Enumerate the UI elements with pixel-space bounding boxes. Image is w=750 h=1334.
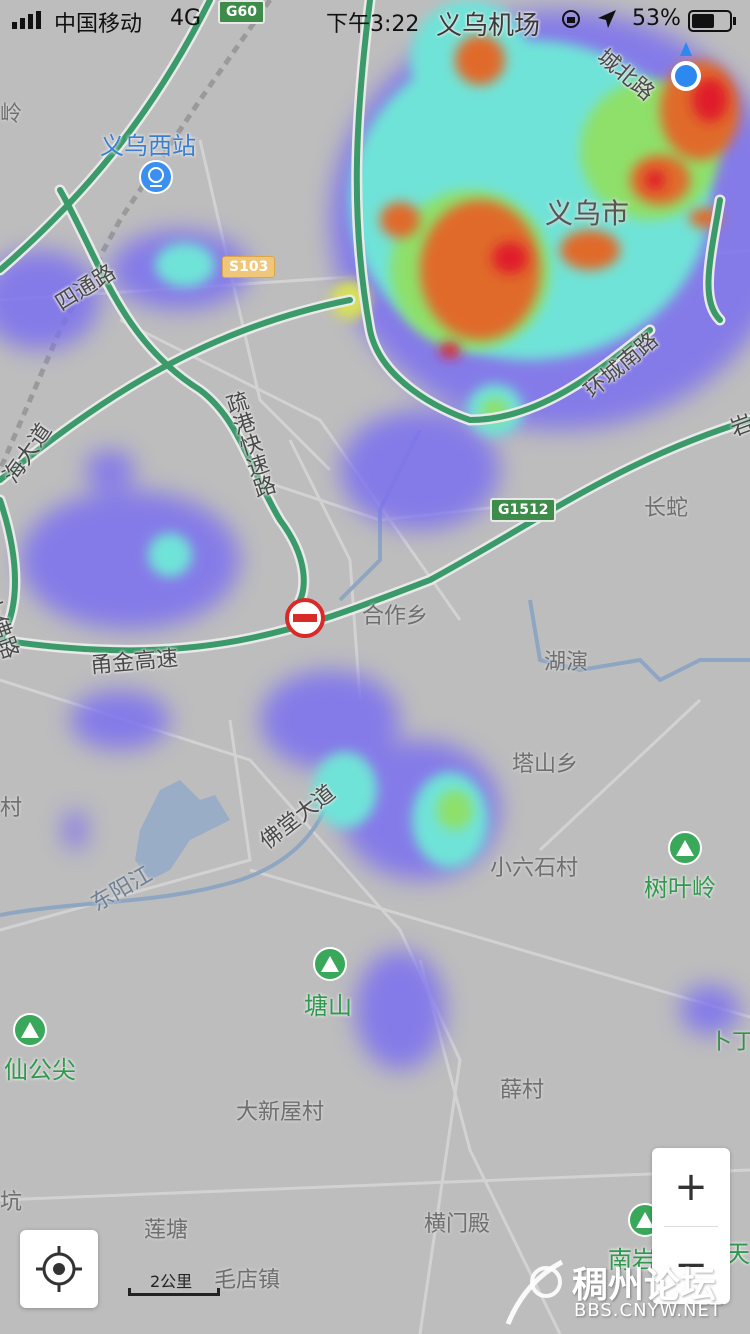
label-shuyeling: 树叶岭 — [644, 874, 716, 902]
mountain-icon — [668, 831, 702, 865]
label-keng: 坑 — [0, 1190, 23, 1215]
label-daxinwu: 大新屋村 — [236, 1100, 325, 1125]
mountain-icon — [313, 947, 347, 981]
reservoir — [135, 780, 230, 880]
forum-logo-icon — [505, 1259, 564, 1325]
highway-shield-g60: G60 — [218, 0, 265, 24]
label-liantang: 莲塘 — [144, 1218, 189, 1243]
network-label: 4G — [170, 6, 202, 31]
zoom-in-button[interactable]: + — [652, 1148, 730, 1226]
label-tangshan: 塘山 — [304, 992, 352, 1020]
label-ling-edge: 岭 — [0, 102, 23, 127]
scale-bar: 2公里 — [128, 1266, 220, 1304]
label-cun-edge: 村 — [0, 796, 23, 821]
label-xuecun: 薛村 — [500, 1078, 545, 1103]
label-xiangongjian: 仙公尖 — [4, 1056, 76, 1084]
carrier-label: 中国移动 — [54, 12, 143, 37]
label-maodian: 毛店镇 — [214, 1268, 281, 1293]
label-airport: 义乌机场 — [436, 11, 541, 41]
mountain-icon — [13, 1013, 47, 1047]
label-changshe: 长蛇 — [644, 496, 689, 521]
locate-me-button[interactable] — [20, 1230, 98, 1308]
highway-shield-g1512: G1512 — [490, 498, 557, 522]
status-bar: 中国移动 4G 下午3:22 53% — [0, 0, 750, 40]
no-entry-icon — [285, 598, 325, 638]
signal-icon — [12, 10, 46, 35]
highway-shield-s103: S103 — [222, 256, 276, 278]
label-hezuo: 合作乡 — [362, 604, 429, 629]
battery-percent: 53% — [632, 6, 681, 31]
time-label: 下午3:22 — [326, 12, 420, 37]
label-train-station: 义乌西站 — [100, 132, 196, 160]
label-tashan: 塔山乡 — [512, 752, 579, 777]
label-bu-edge: 卜丁 — [710, 1030, 750, 1055]
label-hengmendian: 横门殿 — [424, 1212, 491, 1237]
label-city: 义乌市 — [545, 197, 630, 230]
crosshair-icon — [36, 1246, 82, 1292]
battery-icon — [688, 10, 738, 38]
train-station-icon — [139, 160, 173, 194]
label-xiaoliushi: 小六石村 — [490, 856, 579, 881]
watermark-url: BBS.CNYW.NET — [574, 1300, 722, 1321]
label-huyan: 湖演 — [544, 650, 589, 675]
forum-watermark: 稠州论坛 BBS.CNYW.NET — [500, 1252, 750, 1334]
orientation-lock-icon — [560, 8, 582, 36]
location-arrow-icon — [596, 8, 618, 36]
